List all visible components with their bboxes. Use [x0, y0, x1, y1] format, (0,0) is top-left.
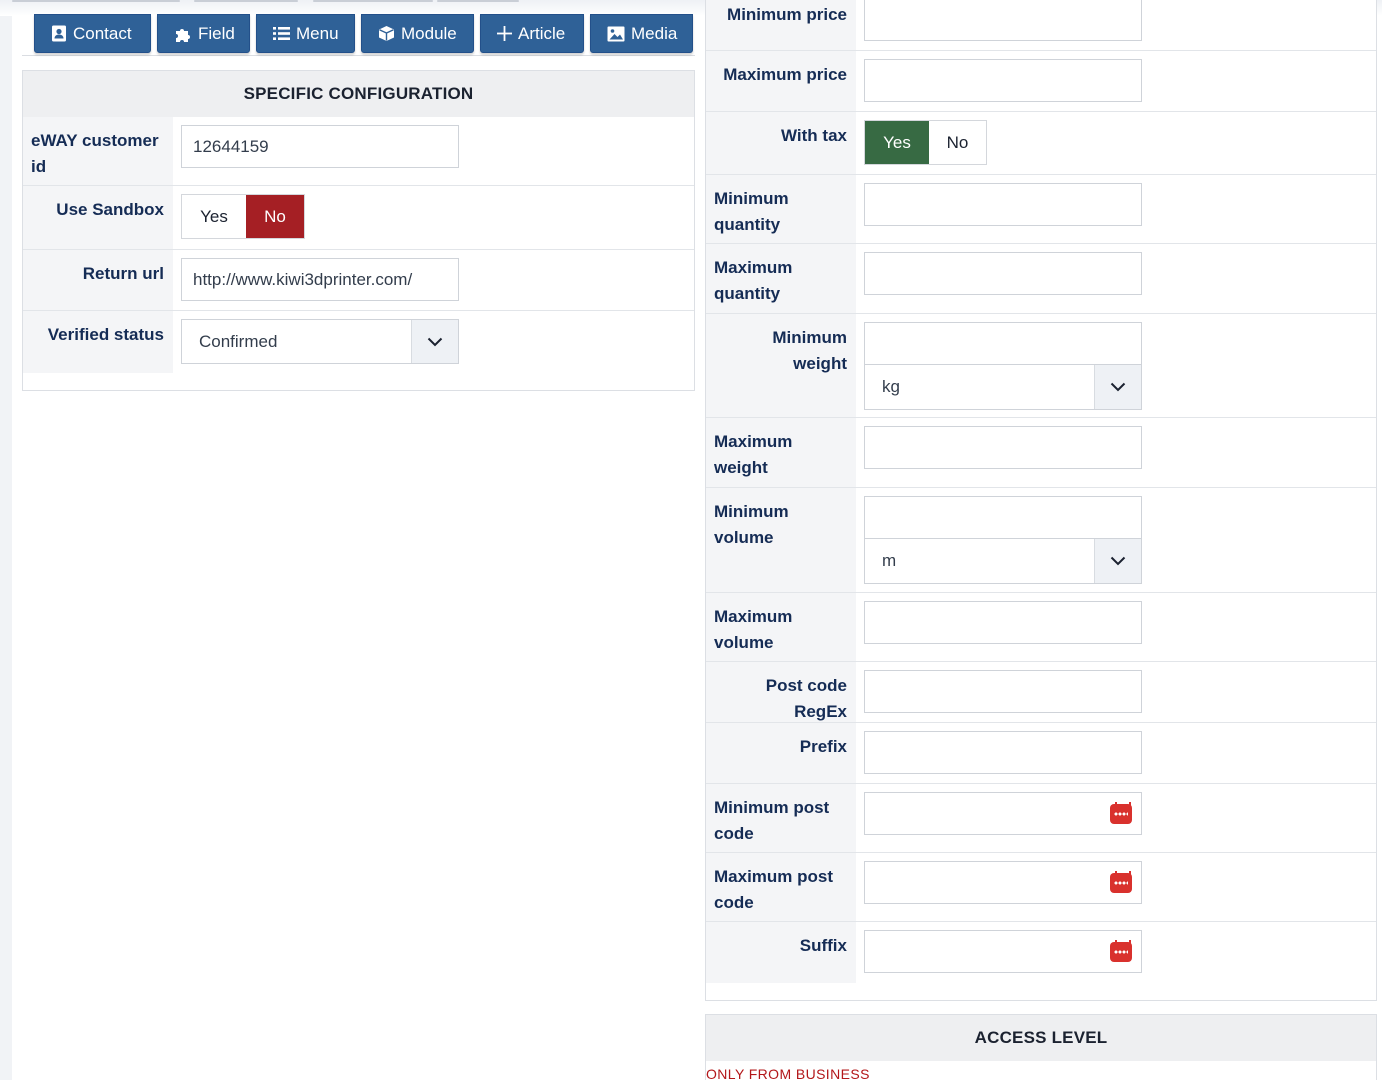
- with-tax-toggle: Yes No: [864, 120, 987, 165]
- minimum-price-label: Minimum price: [706, 0, 856, 50]
- insert-field-button[interactable]: Field: [157, 14, 250, 53]
- post-code-regex-label: Post code RegEx: [706, 662, 856, 722]
- insert-media-button[interactable]: Media: [590, 14, 693, 53]
- with-tax-no-button[interactable]: No: [929, 121, 986, 164]
- prefix-row: Prefix: [706, 723, 1376, 784]
- return-url-label: Return url: [23, 250, 173, 310]
- insert-module-button[interactable]: Module: [361, 14, 474, 53]
- maximum-volume-input[interactable]: [864, 601, 1142, 644]
- maximum-weight-label: Maximum weight: [706, 418, 856, 487]
- maximum-quantity-label: Maximum quantity: [706, 244, 856, 313]
- minimum-weight-input[interactable]: [864, 322, 1142, 365]
- hidden-tab: [437, 0, 519, 2]
- minimum-quantity-label: Minimum quantity: [706, 175, 856, 243]
- suffix-row: Suffix: [706, 922, 1376, 983]
- with-tax-row: With tax Yes No: [706, 112, 1376, 175]
- minimum-weight-label: Minimum weight: [706, 314, 856, 417]
- insert-media-label: Media: [631, 23, 678, 43]
- use-sandbox-yes-button[interactable]: Yes: [182, 195, 246, 238]
- insert-contact-label: Contact: [73, 23, 132, 43]
- chevron-down-icon[interactable]: [411, 320, 458, 363]
- minimum-price-row: Minimum price: [706, 0, 1376, 51]
- insert-contact-button[interactable]: Contact: [34, 14, 151, 53]
- verified-status-label: Verified status: [23, 311, 173, 373]
- chevron-down-icon[interactable]: [1094, 365, 1141, 409]
- maximum-price-row: Maximum price: [706, 51, 1376, 112]
- specific-configuration-panel: SPECIFIC CONFIGURATION eWAY customer id …: [22, 70, 695, 391]
- volume-unit-select[interactable]: m: [864, 539, 1142, 584]
- insert-menu-button[interactable]: Menu: [256, 14, 355, 53]
- calendar-icon[interactable]: [1110, 940, 1132, 962]
- return-url-row: Return url http://www.kiwi3dprinter.com/: [23, 250, 694, 311]
- insert-module-label: Module: [401, 23, 457, 43]
- with-tax-yes-button[interactable]: Yes: [865, 121, 929, 164]
- minimum-quantity-row: Minimum quantity: [706, 175, 1376, 244]
- restrictions-panel: Minimum price Maximum price With tax Yes…: [705, 0, 1377, 1001]
- chevron-down-icon[interactable]: [1094, 539, 1141, 583]
- maximum-post-code-input[interactable]: [864, 861, 1142, 904]
- editor-toolbar: Contact Field Menu Module Article Media: [22, 14, 695, 56]
- weight-unit-value: kg: [882, 377, 900, 396]
- contact-card-icon: [51, 25, 67, 42]
- maximum-price-input[interactable]: [864, 59, 1142, 102]
- minimum-volume-label: Minimum volume: [706, 488, 856, 592]
- image-icon: [607, 26, 625, 42]
- insert-article-button[interactable]: Article: [480, 14, 584, 53]
- maximum-post-code-row: Maximum post code: [706, 853, 1376, 922]
- maximum-volume-label: Maximum volume: [706, 593, 856, 661]
- hidden-tab: [313, 0, 433, 2]
- maximum-quantity-row: Maximum quantity: [706, 244, 1376, 314]
- maximum-weight-row: Maximum weight: [706, 418, 1376, 488]
- minimum-post-code-label: Minimum post code: [706, 784, 856, 852]
- cube-icon: [378, 25, 395, 42]
- eway-customer-id-label: eWAY customer id: [23, 117, 173, 185]
- eway-customer-id-row: eWAY customer id 12644159: [23, 117, 694, 186]
- insert-menu-label: Menu: [296, 23, 339, 43]
- minimum-volume-input[interactable]: [864, 496, 1142, 539]
- minimum-volume-row: Minimum volume m: [706, 488, 1376, 593]
- minimum-weight-row: Minimum weight kg: [706, 314, 1376, 418]
- minimum-price-input[interactable]: [864, 0, 1142, 41]
- puzzle-piece-icon: [174, 25, 192, 43]
- maximum-quantity-input[interactable]: [864, 252, 1142, 295]
- insert-field-label: Field: [198, 23, 235, 43]
- use-sandbox-no-button[interactable]: No: [246, 195, 304, 238]
- maximum-post-code-label: Maximum post code: [706, 853, 856, 921]
- access-level-title: ACCESS LEVEL: [706, 1015, 1376, 1061]
- verified-status-select[interactable]: Confirmed: [181, 319, 459, 364]
- page-left-gutter: [0, 0, 12, 1080]
- access-level-value: ONLY FROM BUSINESS: [706, 1066, 870, 1080]
- use-sandbox-toggle: Yes No: [181, 194, 305, 239]
- maximum-price-label: Maximum price: [706, 51, 856, 111]
- minimum-post-code-row: Minimum post code: [706, 784, 1376, 853]
- use-sandbox-row: Use Sandbox Yes No: [23, 186, 694, 250]
- with-tax-label: With tax: [706, 112, 856, 174]
- calendar-icon[interactable]: [1110, 871, 1132, 893]
- return-url-input[interactable]: http://www.kiwi3dprinter.com/: [181, 258, 459, 301]
- minimum-post-code-input[interactable]: [864, 792, 1142, 835]
- prefix-label: Prefix: [706, 723, 856, 783]
- insert-article-label: Article: [518, 23, 566, 43]
- list-icon: [273, 26, 290, 41]
- maximum-volume-row: Maximum volume: [706, 593, 1376, 662]
- suffix-input[interactable]: [864, 930, 1142, 973]
- hidden-tab: [12, 0, 180, 2]
- suffix-label: Suffix: [706, 922, 856, 983]
- hidden-tab: [194, 0, 298, 2]
- volume-unit-value: m: [882, 551, 897, 570]
- specific-configuration-title: SPECIFIC CONFIGURATION: [23, 71, 694, 117]
- maximum-weight-input[interactable]: [864, 426, 1142, 469]
- minimum-quantity-input[interactable]: [864, 183, 1142, 226]
- prefix-input[interactable]: [864, 731, 1142, 774]
- calendar-icon[interactable]: [1110, 802, 1132, 824]
- use-sandbox-label: Use Sandbox: [23, 186, 173, 249]
- plus-icon: [497, 26, 512, 41]
- verified-status-row: Verified status Confirmed: [23, 311, 694, 373]
- eway-customer-id-input[interactable]: 12644159: [181, 125, 459, 168]
- post-code-regex-input[interactable]: [864, 670, 1142, 713]
- weight-unit-select[interactable]: kg: [864, 365, 1142, 410]
- post-code-regex-row: Post code RegEx: [706, 662, 1376, 723]
- verified-status-value: Confirmed: [199, 331, 278, 351]
